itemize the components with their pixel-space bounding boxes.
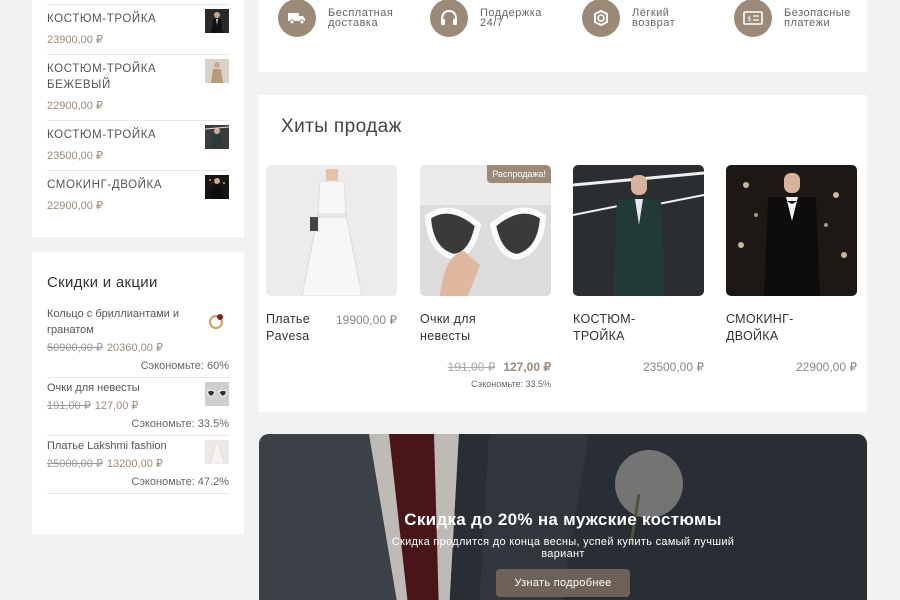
- feature-label: Безопасные платежи: [784, 7, 851, 29]
- product-name[interactable]: КОСТЮМ-ТРОЙКА: [47, 127, 197, 143]
- price-row: 191,00 ₽ 127,00 ₽: [448, 360, 551, 374]
- banner-content: Скидка до 20% на мужские костюмы Скидка …: [259, 510, 867, 597]
- product-image[interactable]: [266, 165, 397, 296]
- product-thumbnail[interactable]: [205, 9, 229, 33]
- new-price: 13200,00 ₽: [106, 458, 163, 470]
- sales-list: Кольцо с бриллиантами и гранатом 50900,0…: [47, 304, 229, 494]
- learn-more-button[interactable]: Узнать подробнее: [496, 569, 630, 597]
- list-item[interactable]: КОСТЮМ-ТРОЙКА БЕЖЕВЫЙ 22900,00 ₽: [47, 54, 229, 120]
- feature-label: Поддержка 24/7: [480, 7, 542, 29]
- product-price: 22900,00 ₽: [47, 200, 103, 212]
- product-price: 23500,00 ₽: [642, 360, 704, 374]
- recent-products-card: КОСТЮМ-ТРОЙКА 23900,00 ₽ КОСТЮМ-ТРОЙКА Б…: [32, 0, 244, 237]
- product-name[interactable]: СМОКИНГ-ДВОЙКА: [47, 177, 197, 193]
- list-item[interactable]: КОСТЮМ-ТРОЙКА 23500,00 ₽: [47, 120, 229, 170]
- headphones-icon: [430, 0, 468, 37]
- sales-card: Скидки и акции Кольцо с бриллиантами и г…: [32, 252, 244, 534]
- sale-badge: Распродажа!: [487, 165, 551, 183]
- feature-secure-payments: $ Безопасные платежи: [734, 0, 864, 37]
- sales-title: Скидки и акции: [47, 274, 158, 291]
- dress-thumbnail[interactable]: [205, 440, 229, 464]
- feature-support: Поддержка 24/7: [430, 0, 560, 37]
- product-name[interactable]: Очки для невесты: [47, 380, 202, 396]
- payment-icon: $: [734, 0, 772, 37]
- banner-title: Скидка до 20% на мужские костюмы: [404, 510, 722, 529]
- product-name[interactable]: СМОКИНГ-ДВОЙКА: [726, 311, 796, 345]
- product-price: 22900,00 ₽: [47, 100, 103, 112]
- savings-label: Сэкономьте: 33.5%: [131, 418, 229, 430]
- product-name[interactable]: Платье Lakshmi fashion: [47, 438, 202, 454]
- feature-free-delivery: Бесплатная доставка: [278, 0, 408, 37]
- banner-subtitle: Скидка продлится до конца весны, успей к…: [391, 536, 735, 560]
- product-price: 23900,00 ₽: [47, 34, 103, 46]
- old-price: 25000,00 ₽: [47, 458, 103, 470]
- glasses-thumbnail[interactable]: [205, 382, 229, 406]
- product-price: 19900,00 ₽: [335, 313, 397, 327]
- section-title: Хиты продаж: [281, 116, 402, 137]
- recent-products-list: КОСТЮМ-ТРОЙКА 23900,00 ₽ КОСТЮМ-ТРОЙКА Б…: [47, 4, 229, 220]
- product-card[interactable]: Распродажа! Очки для невесты 191,00 ₽ 127…: [420, 165, 551, 389]
- product-thumbnail[interactable]: [205, 175, 229, 199]
- promo-banner[interactable]: Скидка до 20% на мужские костюмы Скидка …: [259, 434, 867, 600]
- product-thumbnail[interactable]: [205, 59, 229, 83]
- old-price: 191,00 ₽: [447, 360, 496, 374]
- features-bar: Бесплатная доставка Поддержка 24/7 Лёгки…: [259, 0, 867, 72]
- product-price: 22900,00 ₽: [795, 360, 857, 374]
- ring-thumbnail[interactable]: [205, 308, 229, 332]
- return-icon: [582, 0, 620, 37]
- feature-label: Лёгкий возврат: [632, 7, 676, 29]
- product-name[interactable]: Кольцо с бриллиантами и гранатом: [47, 306, 202, 338]
- product-card[interactable]: СМОКИНГ-ДВОЙКА 22900,00 ₽: [726, 165, 857, 374]
- product-card[interactable]: Платье Pavesa 19900,00 ₽: [266, 165, 397, 343]
- product-image[interactable]: [573, 165, 704, 296]
- savings-label: Сэкономьте: 60%: [140, 360, 229, 372]
- feature-easy-return: Лёгкий возврат: [582, 0, 712, 37]
- new-price: 127,00 ₽: [503, 360, 551, 374]
- product-card[interactable]: КОСТЮМ-ТРОЙКА 23500,00 ₽: [573, 165, 704, 374]
- product-name[interactable]: КОСТЮМ-ТРОЙКА: [47, 11, 197, 27]
- product-thumbnail[interactable]: [205, 125, 229, 149]
- truck-icon: [278, 0, 316, 37]
- list-item[interactable]: Платье Lakshmi fashion 25000,00 ₽13200,0…: [47, 436, 229, 494]
- list-item[interactable]: Очки для невесты 191,00 ₽127,00 ₽ Сэконо…: [47, 378, 229, 436]
- product-image[interactable]: [726, 165, 857, 296]
- product-image[interactable]: Распродажа!: [420, 165, 551, 296]
- svg-text:$: $: [747, 15, 751, 23]
- savings-label: Сэкономьте: 33.5%: [471, 379, 551, 389]
- list-item[interactable]: СМОКИНГ-ДВОЙКА 22900,00 ₽: [47, 170, 229, 220]
- product-name[interactable]: Платье Pavesa: [266, 311, 336, 345]
- new-price: 127,00 ₽: [94, 400, 139, 412]
- list-item[interactable]: КОСТЮМ-ТРОЙКА 23900,00 ₽: [47, 4, 229, 54]
- product-price: 23500,00 ₽: [47, 150, 103, 162]
- product-name[interactable]: Очки для невесты: [420, 311, 490, 345]
- old-price: 191,00 ₽: [47, 400, 91, 412]
- product-name[interactable]: КОСТЮМ-ТРОЙКА БЕЖЕВЫЙ: [47, 61, 197, 93]
- feature-label: Бесплатная доставка: [328, 7, 394, 29]
- list-item[interactable]: Кольцо с бриллиантами и гранатом 50900,0…: [47, 304, 229, 378]
- product-name[interactable]: КОСТЮМ-ТРОЙКА: [573, 311, 643, 345]
- savings-label: Сэкономьте: 47.2%: [131, 476, 229, 488]
- old-price: 50900,00 ₽: [47, 342, 103, 354]
- new-price: 20360,00 ₽: [106, 342, 163, 354]
- bestsellers-section: Хиты продаж Платье Pavesa 19900,00 ₽ Рас…: [259, 95, 867, 412]
